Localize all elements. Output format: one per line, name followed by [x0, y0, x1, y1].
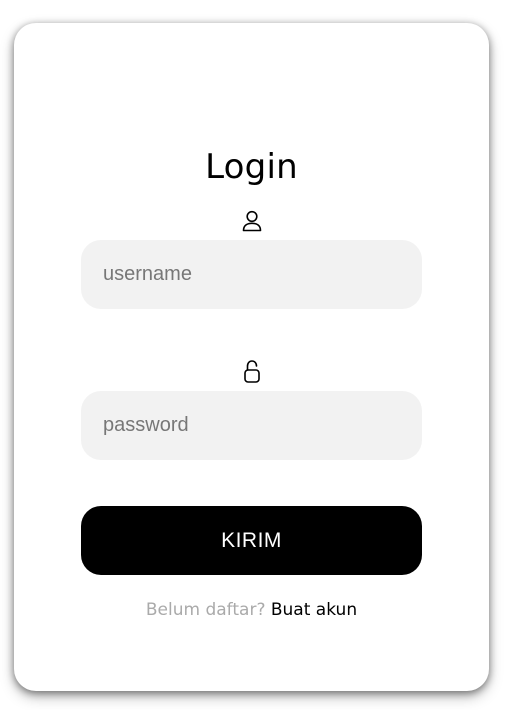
signup-prompt: Belum daftar? [145, 600, 266, 620]
page-title: Login [205, 147, 298, 187]
signup-row: Belum daftar? Buat akun [14, 600, 489, 620]
signup-link[interactable]: Buat akun [271, 600, 357, 620]
user-icon [241, 209, 263, 233]
password-input[interactable] [81, 391, 422, 460]
submit-button[interactable]: KIRIM [81, 506, 422, 575]
login-card: Login KIRIM Belum daftar? Buat akun [14, 23, 489, 691]
username-input[interactable] [81, 240, 422, 309]
lock-icon [241, 359, 263, 383]
